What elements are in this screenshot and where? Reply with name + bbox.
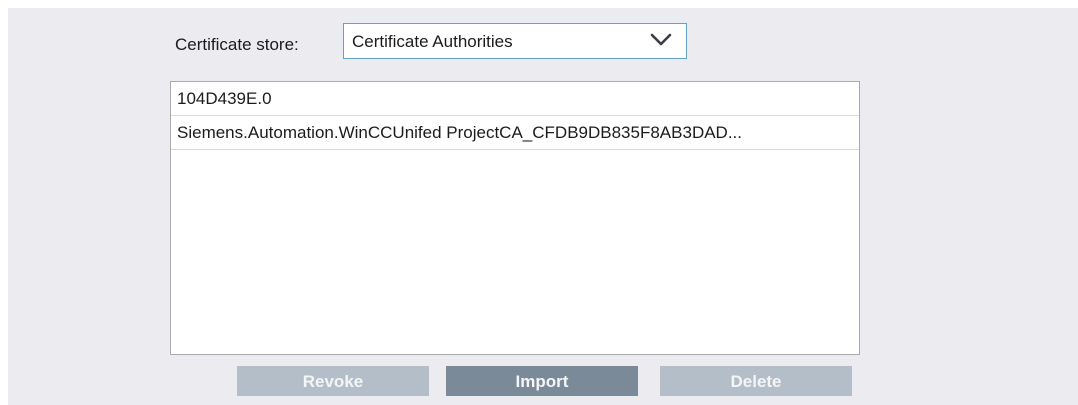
certificate-list-item[interactable]: 104D439E.0: [171, 82, 859, 116]
certificate-list-item[interactable]: Siemens.Automation.WinCCUnifed ProjectCA…: [171, 116, 859, 150]
certificate-store-label: Certificate store:: [175, 35, 299, 54]
certificate-panel: Certificate store: Certificate Authoriti…: [8, 8, 1078, 405]
import-button[interactable]: Import: [446, 366, 638, 396]
certificate-store-selected-value: Certificate Authorities: [352, 32, 513, 51]
chevron-down-icon[interactable]: [650, 32, 672, 48]
certificate-list[interactable]: 104D439E.0 Siemens.Automation.WinCCUnife…: [170, 81, 860, 355]
revoke-button[interactable]: Revoke: [237, 366, 429, 396]
certificate-store-dropdown[interactable]: Certificate Authorities: [343, 23, 687, 59]
delete-button[interactable]: Delete: [660, 366, 852, 396]
